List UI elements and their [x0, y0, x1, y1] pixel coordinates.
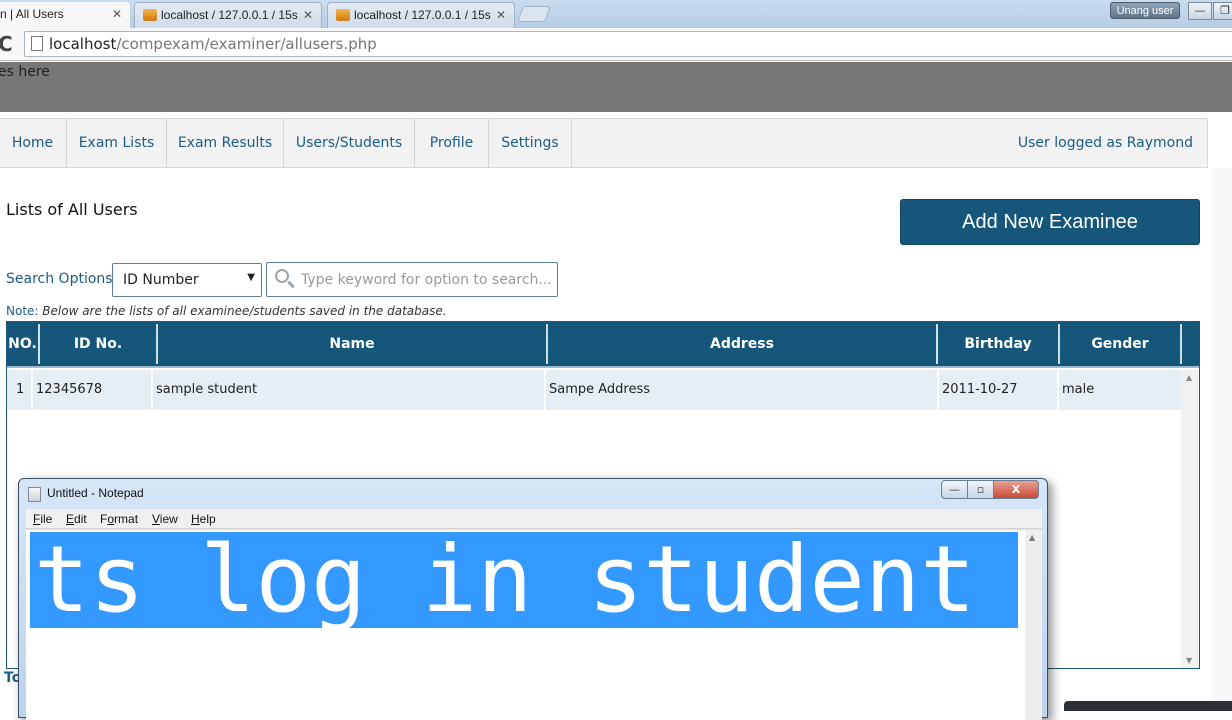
window-restore-button[interactable]: ❐ [1213, 2, 1232, 20]
col-no[interactable]: NO. [7, 324, 38, 364]
menu-label: dit [74, 512, 87, 526]
page-title: Lists of All Users [6, 200, 138, 219]
page-gutter [1212, 168, 1232, 710]
notepad-icon [28, 487, 41, 502]
table-note: Note: Below are the lists of all examine… [6, 304, 447, 318]
reload-icon[interactable]: C [0, 32, 13, 56]
nav-users-students[interactable]: Users/Students [284, 119, 415, 167]
tab-phpmyadmin-2[interactable]: localhost / 127.0.0.1 / 15s ✕ [327, 2, 515, 28]
address-bar: C localhost/compexam/examiner/allusers.p… [0, 28, 1232, 61]
profile-badge[interactable]: Unang user [1110, 2, 1180, 19]
col-id[interactable]: ID No. [38, 324, 156, 364]
site-header: es here [0, 62, 1232, 112]
nav-exam-results[interactable]: Exam Results [167, 119, 284, 167]
cell-birthday: 2011-10-27 [939, 370, 1059, 410]
notepad-title: Untitled - Notepad [47, 486, 144, 500]
tab-label: n | All Users [0, 7, 64, 21]
tab-label: localhost / 127.0.0.1 / 15s [354, 8, 491, 22]
menu-label: elp [199, 512, 216, 526]
col-scroll-spacer [1180, 324, 1197, 364]
notepad-menubar: File Edit Format View Help [26, 509, 1042, 529]
notepad-scrollbar[interactable]: ▲ [1025, 530, 1042, 720]
menu-format[interactable]: Format [100, 512, 138, 526]
nav-home[interactable]: Home [0, 119, 67, 167]
menu-label: ile [40, 512, 53, 526]
url-host: localhost [49, 35, 117, 53]
selected-text[interactable]: ts log in student [30, 532, 1018, 628]
note-label: Note: [6, 304, 39, 318]
selected-option: ID Number [123, 272, 199, 288]
tab-close-icon[interactable]: ✕ [303, 8, 313, 22]
cell-address: Sampe Address [546, 370, 939, 410]
url-input[interactable]: localhost/compexam/examiner/allusers.php [24, 31, 1232, 57]
tab-label: localhost / 127.0.0.1 / 15s [161, 8, 298, 22]
table-scrollbar[interactable]: ▲ ▼ [1181, 370, 1199, 668]
search-input[interactable] [301, 269, 551, 291]
table-row[interactable]: 1 12345678 sample student Sampe Address … [7, 370, 1181, 410]
search-options-label: Search Options: [6, 271, 118, 287]
cell-name: sample student [153, 370, 546, 410]
scroll-up-icon[interactable]: ▲ [1029, 533, 1035, 542]
menu-help[interactable]: Help [191, 512, 216, 526]
col-name[interactable]: Name [156, 324, 546, 364]
browser-tab-strip: n | All Users ✕ localhost / 127.0.0.1 / … [0, 0, 1232, 28]
search-option-select[interactable]: ID Number ▼ [112, 263, 262, 297]
tab-close-icon[interactable]: ✕ [496, 8, 506, 22]
menu-label: iew [159, 512, 178, 526]
col-birthday[interactable]: Birthday [936, 324, 1058, 364]
add-new-examinee-button[interactable]: Add New Examinee [900, 199, 1200, 245]
window-minimize-button[interactable]: — [1188, 2, 1212, 20]
notepad-maximize-button[interactable]: ▫ [967, 480, 994, 499]
tab-all-users[interactable]: n | All Users ✕ [0, 2, 130, 28]
cell-gender: male [1062, 382, 1095, 397]
menu-accel: H [191, 512, 200, 526]
header-text: es here [0, 64, 50, 80]
menu-file[interactable]: File [33, 512, 52, 526]
chevron-down-icon: ▼ [247, 272, 255, 283]
pma-icon [336, 9, 350, 21]
scroll-up-icon[interactable]: ▲ [1186, 373, 1192, 382]
menu-accel: V [152, 512, 160, 526]
col-gender[interactable]: Gender [1058, 324, 1180, 364]
cell-id: 12345678 [33, 370, 153, 410]
tab-close-icon[interactable]: ✕ [112, 7, 122, 21]
nav-exam-lists[interactable]: Exam Lists [67, 119, 167, 167]
menu-edit[interactable]: Edit [66, 512, 87, 526]
notepad-minimize-button[interactable]: — [941, 480, 968, 499]
cell-no: 1 [7, 370, 33, 410]
menu-accel: E [66, 512, 75, 526]
main-nav: Home Exam Lists Exam Results Users/Stude… [0, 118, 1208, 168]
new-tab-button[interactable] [517, 6, 551, 22]
url-path: /compexam/examiner/allusers.php [116, 35, 377, 53]
nav-profile[interactable]: Profile [415, 119, 489, 167]
menu-label: rmat [114, 512, 139, 526]
logged-user-status: User logged as Raymond [1017, 135, 1193, 151]
search-icon [275, 269, 289, 283]
page-icon [31, 36, 43, 51]
tab-phpmyadmin-1[interactable]: localhost / 127.0.0.1 / 15s ✕ [134, 2, 322, 28]
notepad-close-button[interactable]: X [993, 480, 1039, 499]
notepad-window[interactable]: Untitled - Notepad — ▫ X File Edit Forma… [18, 478, 1048, 720]
search-box[interactable] [266, 262, 558, 297]
notepad-text-area[interactable]: ts log in student ▲ [26, 530, 1042, 720]
scroll-down-icon[interactable]: ▼ [1186, 656, 1192, 665]
menu-view[interactable]: View [152, 512, 178, 526]
nav-settings[interactable]: Settings [489, 119, 572, 167]
table-header: NO. ID No. Name Address Birthday Gender [7, 322, 1199, 368]
note-text: Below are the lists of all examinee/stud… [42, 304, 447, 318]
col-address[interactable]: Address [546, 324, 936, 364]
pma-icon [143, 9, 157, 21]
